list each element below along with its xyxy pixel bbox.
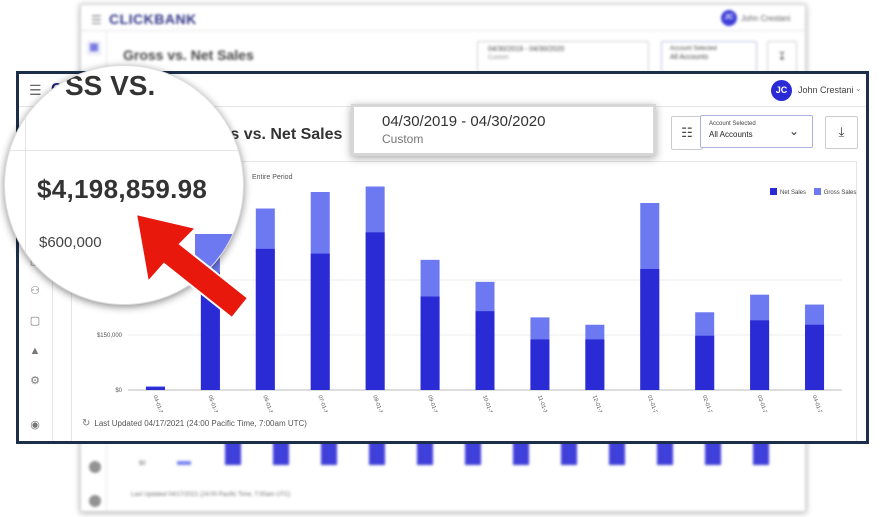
red-arrow [134,212,250,320]
date-range-value: 04/30/2019 - 04/30/2020 [382,113,546,130]
date-range-sub: Custom [382,132,424,146]
date-range-zoom: 04/30/2019 - 04/30/2020 Custom [351,104,656,156]
arrow-overlay [134,212,250,320]
